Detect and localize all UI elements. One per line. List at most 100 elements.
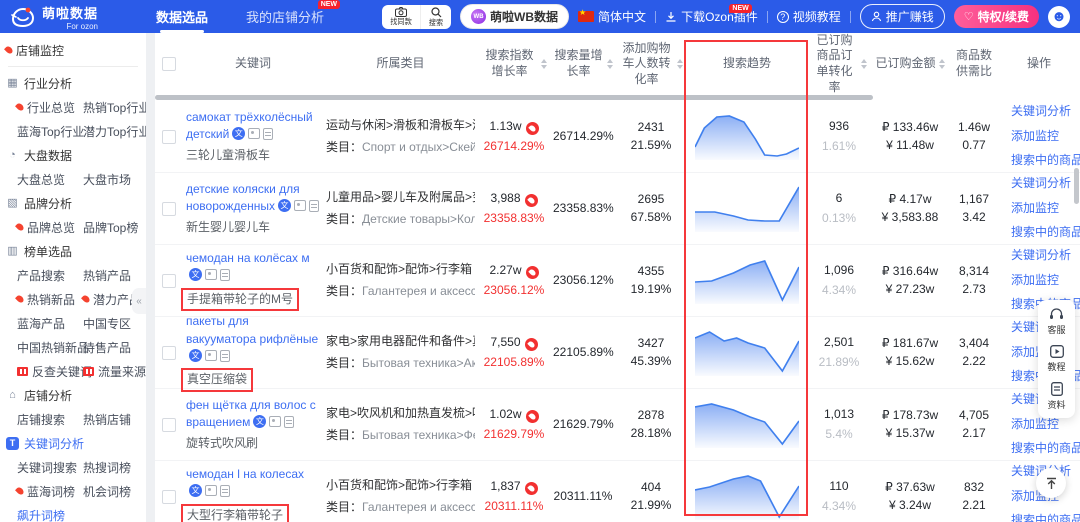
add-monitor-link[interactable]: 添加监控 — [1011, 272, 1059, 289]
sidebar-item[interactable]: 产品搜索 — [17, 263, 83, 287]
translate-icon[interactable]: 文 — [253, 415, 267, 429]
image-preview-icon[interactable] — [205, 269, 217, 281]
row-checkbox[interactable] — [162, 201, 176, 216]
sidebar-item[interactable]: 品牌Top榜 — [83, 215, 146, 239]
sort-icon[interactable] — [677, 59, 683, 69]
sidebar-section-rank[interactable]: ▥ 榜单选品 — [0, 239, 146, 263]
video-tutorial-button[interactable]: ? 视频教程 — [776, 8, 841, 25]
sidebar-item[interactable]: 大盘市场 — [83, 167, 146, 191]
sort-icon[interactable] — [607, 59, 613, 69]
horizontal-scrollbar[interactable] — [155, 95, 873, 100]
search-products-link[interactable]: 搜索中的商品 — [1011, 440, 1080, 457]
translate-icon[interactable]: 文 — [232, 127, 246, 141]
sidebar-item[interactable]: 机会词榜 — [83, 479, 146, 503]
sort-icon[interactable] — [861, 59, 867, 69]
image-preview-icon[interactable] — [294, 200, 307, 212]
sidebar-item[interactable]: 中国专区 — [83, 311, 146, 335]
sidebar-item[interactable]: 流量来源分析 — [83, 359, 146, 383]
add-monitor-link[interactable]: 添加监控 — [1011, 128, 1059, 145]
sidebar-item[interactable]: 热搜词榜 — [83, 455, 146, 479]
vip-renew-button[interactable]: ♡ 特权/续费 — [953, 5, 1039, 28]
add-monitor-link[interactable]: 添加监控 — [1011, 416, 1059, 433]
column-header[interactable]: 搜索量增长率 — [550, 48, 616, 79]
find-same-button[interactable]: 找同款 — [382, 5, 420, 29]
copy-icon[interactable] — [284, 415, 295, 428]
keyword-analysis-link[interactable]: 关键词分析 — [1011, 103, 1071, 120]
search-products-link[interactable]: 搜索中的商品 — [1011, 512, 1080, 522]
sidebar-section-monitor[interactable]: 店铺监控 — [0, 38, 146, 62]
sidebar-item[interactable]: 热销产品 — [83, 263, 146, 287]
keyword-link[interactable]: пакеты для вакууматора рифлёные — [186, 314, 318, 345]
sidebar-section-market[interactable]: ◔ 大盘数据 — [0, 143, 146, 167]
sidebar-item[interactable]: 热销店铺 — [83, 407, 146, 431]
sort-icon[interactable] — [541, 59, 547, 69]
nav-data-selection[interactable]: 数据选品 — [156, 0, 208, 33]
sidebar-item[interactable]: 蓝海Top行业 — [17, 119, 84, 143]
sidebar-item[interactable]: 蓝海产品 — [17, 311, 83, 335]
sidebar-item[interactable]: 大盘总览 — [17, 167, 83, 191]
sidebar-item[interactable]: 飙升词榜 — [17, 503, 83, 522]
keyword-link[interactable]: чемодан l на колесах — [186, 467, 304, 481]
sidebar-section-industry[interactable]: ▦ 行业分析 — [0, 71, 146, 95]
sidebar-item[interactable]: 待售产品 — [83, 335, 146, 359]
wb-data-button[interactable]: WB 萌啦WB数据 — [460, 4, 570, 29]
sidebar-item[interactable]: 潜力Top行业 — [83, 119, 146, 143]
sidebar-collapse-button[interactable]: « — [132, 288, 146, 314]
sidebar-section-brand[interactable]: ▧ 品牌分析 — [0, 191, 146, 215]
row-checkbox[interactable] — [162, 489, 176, 504]
column-header[interactable]: 搜索指数增长率 — [478, 48, 550, 79]
image-preview-icon[interactable] — [269, 416, 282, 428]
sort-icon[interactable] — [938, 59, 945, 69]
customer-service-button[interactable]: 客服 — [1038, 307, 1075, 336]
brand-logo[interactable]: 萌啦数据 For ozon — [10, 3, 150, 31]
back-to-top-button[interactable] — [1036, 468, 1066, 498]
search-products-link[interactable]: 搜索中的商品 — [1011, 224, 1080, 241]
copy-icon[interactable] — [263, 127, 274, 140]
sidebar-item[interactable]: 热销新品 — [15, 287, 83, 311]
search-button[interactable]: 搜索 — [420, 4, 451, 29]
keyword-link[interactable]: чемодан на колёсах м — [186, 251, 310, 265]
sidebar-section-keyword[interactable]: T 关键词分析 — [0, 431, 146, 455]
add-monitor-link[interactable]: 添加监控 — [1011, 200, 1059, 217]
column-header[interactable]: 已订购金额 — [870, 56, 950, 72]
sidebar-item[interactable]: 热销Top行业 — [83, 95, 146, 119]
row-checkbox[interactable] — [162, 417, 176, 432]
image-preview-icon[interactable] — [248, 128, 261, 140]
download-plugin-button[interactable]: 下载Ozon插件 NEW — [665, 4, 758, 25]
row-checkbox[interactable] — [162, 273, 176, 288]
translate-icon[interactable]: 文 — [189, 484, 202, 498]
translate-icon[interactable]: 文 — [189, 268, 202, 282]
sidebar-item[interactable]: 品牌总览 — [15, 215, 83, 239]
search-products-link[interactable]: 搜索中的商品 — [1011, 152, 1080, 169]
sidebar-item[interactable]: 关键词搜索 — [17, 455, 83, 479]
sidebar-item[interactable]: 反查关键词 — [17, 359, 92, 383]
promo-earn-button[interactable]: 推广赚钱 — [859, 4, 945, 29]
row-checkbox[interactable] — [162, 345, 176, 360]
sidebar-item[interactable]: 中国热销新品 — [17, 335, 89, 359]
copy-icon[interactable] — [220, 484, 230, 497]
column-header[interactable]: 已订购商品订单转化率 — [808, 33, 870, 95]
language-switch[interactable]: ★ 简体中文 — [578, 8, 646, 25]
sidebar-item[interactable]: 行业总览 — [15, 95, 83, 119]
image-preview-icon[interactable] — [205, 350, 217, 361]
docs-button[interactable]: 资料 — [1038, 382, 1075, 411]
image-preview-icon[interactable] — [205, 485, 217, 497]
row-checkbox[interactable] — [162, 129, 176, 144]
translate-icon[interactable]: 文 — [278, 199, 292, 213]
vertical-scrollbar[interactable] — [1074, 168, 1079, 204]
copy-icon[interactable] — [220, 268, 230, 281]
keyword-link[interactable]: фен щётка для волос с вращением — [186, 398, 316, 429]
translate-icon[interactable]: 文 — [189, 349, 202, 362]
sidebar-item[interactable]: 店铺搜索 — [17, 407, 83, 431]
select-all-checkbox[interactable] — [162, 57, 176, 71]
copy-icon[interactable] — [220, 349, 230, 362]
nav-my-shop-analysis[interactable]: 我的店铺分析 NEW — [246, 0, 341, 33]
user-avatar[interactable]: ☻ — [1048, 5, 1070, 28]
copy-icon[interactable] — [309, 199, 320, 212]
column-header[interactable]: 添加购物车人数转化率 — [616, 41, 686, 88]
sidebar-section-shop[interactable]: ⌂ 店铺分析 — [0, 383, 146, 407]
keyword-analysis-link[interactable]: 关键词分析 — [1011, 175, 1071, 192]
sidebar-item[interactable]: 蓝海词榜 — [15, 479, 83, 503]
keyword-analysis-link[interactable]: 关键词分析 — [1011, 247, 1071, 264]
tutorial-button[interactable]: 教程 — [1038, 345, 1075, 373]
